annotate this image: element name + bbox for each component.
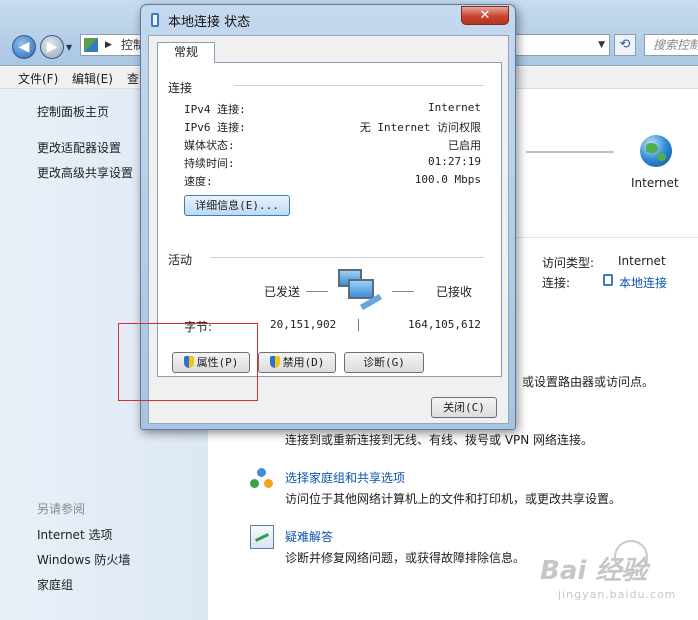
see-also-homegroup[interactable]: 家庭组 (37, 576, 73, 593)
ipv4-label: IPv4 连接: (184, 103, 246, 116)
computers-icon (338, 263, 388, 313)
access-type-value: Internet (618, 254, 666, 268)
duration-label: 持续时间: (184, 157, 235, 170)
divider (358, 319, 359, 331)
ipv6-label: IPv6 连接: (184, 121, 246, 134)
see-also-internet-options[interactable]: Internet 选项 (37, 526, 112, 543)
bytes-received: 164,105,612 (408, 318, 481, 331)
watermark-url: jingyan.baidu.com (558, 588, 677, 601)
globe-icon (640, 135, 672, 167)
speed-label: 速度: (184, 175, 213, 188)
divider (516, 237, 698, 238)
diagnose-button[interactable]: 诊断(G) (344, 352, 424, 373)
tab-general[interactable]: 常规 (157, 42, 215, 63)
dash-line (306, 291, 328, 292)
connection-group-heading: 连接 (168, 81, 193, 95)
menu-edit[interactable]: 编辑(E) (72, 70, 113, 87)
sidebar-link-home[interactable]: 控制面板主页 (37, 103, 109, 120)
sidebar-link-sharing[interactable]: 更改高级共享设置 (37, 164, 133, 181)
router-setup-text: 或设置路由器或访问点。 (522, 375, 655, 389)
disable-button[interactable]: 禁用(D) (258, 352, 336, 373)
media-state-value: 已启用 (448, 139, 481, 152)
control-panel-icon (84, 38, 98, 52)
dialog-title: 本地连接 状态 (168, 15, 251, 30)
troubleshoot-link[interactable]: 疑难解答 (285, 528, 333, 545)
close-button[interactable]: 关闭(C) (431, 397, 497, 418)
close-icon[interactable]: ✕ (461, 6, 509, 25)
media-state-label: 媒体状态: (184, 139, 235, 152)
menu-file[interactable]: 文件(F) (18, 70, 58, 87)
chevron-right-icon[interactable]: ▶ (105, 35, 112, 55)
ipv6-value: 无 Internet 访问权限 (359, 121, 481, 134)
activity-group-heading: 活动 (168, 253, 193, 267)
network-line (526, 151, 614, 153)
internet-label: Internet (631, 176, 679, 190)
setup-connection-desc: 连接到或重新连接到无线、有线、拨号或 VPN 网络连接。 (285, 433, 594, 447)
received-label: 已接收 (436, 285, 473, 299)
network-plug-icon (151, 13, 159, 27)
speed-value: 100.0 Mbps (414, 173, 481, 186)
sent-label: 已发送 (264, 285, 301, 299)
bytes-sent: 20,151,902 (270, 318, 337, 331)
details-button[interactable]: 详细信息(E)... (184, 195, 290, 216)
dash-line (392, 291, 414, 292)
watermark: Bai 经验 jingyan.baidu.com (540, 540, 690, 610)
sidebar-link-adapter[interactable]: 更改适配器设置 (37, 139, 121, 156)
group-divider (234, 85, 484, 86)
duration-value: 01:27:19 (428, 155, 481, 168)
access-type-label: 访问类型: (542, 256, 595, 270)
search-input[interactable]: 搜索控制 (644, 34, 698, 56)
watermark-brand: Bai 经验 (540, 556, 648, 586)
homegroup-link[interactable]: 选择家庭组和共享选项 (285, 469, 405, 486)
local-connection-link[interactable]: 本地连接 (619, 274, 667, 291)
back-button[interactable]: ◀ (12, 35, 36, 59)
chevron-down-icon[interactable]: ▼ (598, 35, 605, 55)
homegroup-icon (250, 467, 274, 491)
network-plug-icon (603, 274, 613, 286)
recent-pages-icon[interactable]: ▼ (66, 43, 72, 52)
shield-icon (269, 356, 280, 368)
homegroup-desc: 访问位于其他网络计算机上的文件和打印机，或更改共享设置。 (285, 492, 622, 506)
highlight-box (118, 323, 258, 401)
refresh-button[interactable]: ⟲ (614, 34, 636, 56)
menu-view[interactable]: 查 (127, 70, 139, 87)
disable-button-label: 禁用(D) (282, 356, 325, 369)
troubleshoot-desc: 诊断并修复网络问题，或获得故障排除信息。 (285, 551, 526, 565)
see-also-firewall[interactable]: Windows 防火墙 (37, 551, 130, 568)
ipv4-value: Internet (428, 101, 481, 114)
see-also-heading: 另请参阅 (37, 502, 86, 516)
connection-label: 连接: (542, 276, 571, 290)
troubleshoot-icon (250, 525, 274, 549)
forward-button[interactable]: ▶ (40, 35, 64, 59)
group-divider (210, 257, 484, 258)
